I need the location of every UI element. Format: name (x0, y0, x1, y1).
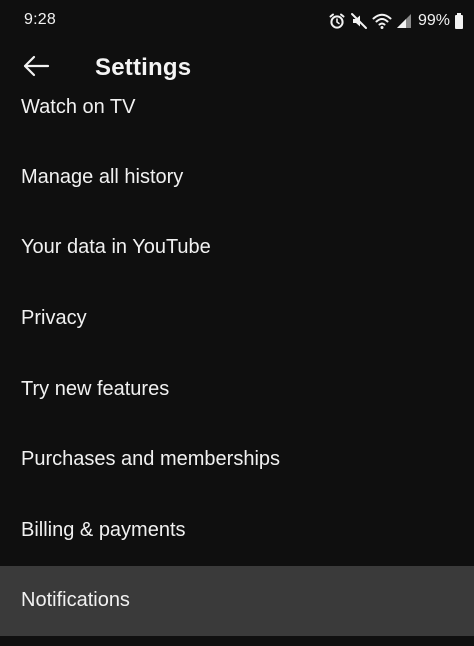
status-time: 9:28 (24, 11, 56, 28)
settings-item-label: Privacy (21, 306, 87, 329)
settings-item-billing-payments[interactable]: Billing & payments (0, 495, 474, 566)
settings-item-label: Your data in YouTube (21, 236, 211, 259)
battery-icon (454, 12, 464, 30)
status-icons: 99% (328, 10, 464, 32)
alarm-icon (328, 12, 346, 30)
settings-item-label: Try new features (21, 377, 170, 400)
settings-item-purchases-memberships[interactable]: Purchases and memberships (0, 424, 474, 495)
settings-item-privacy[interactable]: Privacy (0, 283, 474, 354)
settings-item-label: Manage all history (21, 165, 184, 188)
battery-percent: 99% (417, 12, 450, 29)
arrow-left-icon (22, 54, 50, 83)
page-title: Settings (95, 54, 192, 81)
settings-item-manage-all-history[interactable]: Manage all history (0, 142, 474, 213)
settings-item-label: Notifications (21, 589, 130, 612)
settings-screen: 9:28 99% Watch on TV Manage all history … (0, 0, 474, 646)
settings-list[interactable]: Watch on TV Manage all history Your data… (0, 72, 474, 637)
back-button[interactable] (14, 46, 58, 90)
wifi-icon (372, 12, 392, 30)
settings-item-label: Billing & payments (21, 518, 186, 541)
settings-item-try-new-features[interactable]: Try new features (0, 354, 474, 425)
status-bar: 9:28 99% (0, 0, 474, 44)
settings-item-label: Purchases and memberships (21, 448, 281, 471)
settings-item-label: Watch on TV (21, 95, 136, 118)
signal-icon (396, 12, 412, 30)
mute-icon (350, 12, 368, 30)
settings-item-your-data[interactable]: Your data in YouTube (0, 213, 474, 284)
settings-item-notifications[interactable]: Notifications (0, 565, 474, 637)
app-header: Settings (0, 44, 474, 92)
